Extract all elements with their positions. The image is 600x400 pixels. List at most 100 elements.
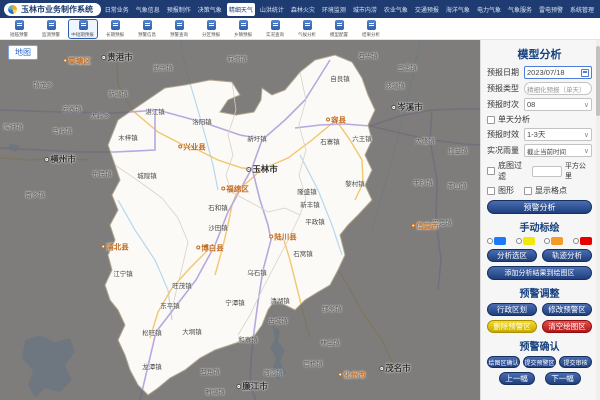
tool-item-1[interactable]: 监测预警 [36,19,66,39]
nav-item-14[interactable]: 雷电预警 [537,3,565,16]
tool-item-9[interactable]: 气候分析 [292,19,322,39]
confirm-button-2[interactable]: 提交审核 [559,356,592,368]
nav-item-13[interactable]: 气象服务 [506,3,534,16]
tool-item-8[interactable]: 实况查询 [260,19,290,39]
warning-color-option-0[interactable] [487,237,506,245]
town-label: 旺茂镇 [172,280,192,290]
town-label: 波塘镇 [385,80,405,90]
county-marker-icon [221,187,225,191]
report-icon [111,20,120,30]
tool-label: 长期预报 [106,31,124,37]
radio-icon[interactable] [516,238,522,244]
nav-item-1[interactable]: 气象信息 [134,3,162,16]
adjust-button-2[interactable]: 删除预警区 [487,320,537,333]
nav-item-7[interactable]: 环境监测 [320,3,348,16]
town-label: 朱砂镇 [413,177,433,187]
nav-item-6[interactable]: 森林火灾 [289,3,317,16]
adjust-button-3[interactable]: 清空绘图区 [542,320,592,333]
warning-confirm-title: 预警确认 [487,338,592,353]
forecast-time-select[interactable]: 08 ∨ [524,98,592,111]
manual-button-0[interactable]: 分析选区 [487,249,537,262]
radio-icon[interactable] [487,238,493,244]
radio-icon[interactable] [544,238,550,244]
town-label: 雅塘镇 [205,386,225,396]
panel-title: 模型分析 [487,46,592,62]
town-label: 龙潭镇 [142,361,162,371]
forecast-date-value: 2023/07/18 [527,68,565,77]
warning-color-option-3[interactable] [573,237,592,245]
frame-nav-button-1[interactable]: 下一幅 [545,372,581,385]
nav-item-0[interactable]: 日常业务 [103,3,131,16]
tool-item-7[interactable]: 乡镇预报 [228,19,258,39]
tool-item-5[interactable]: 预警查询 [164,19,194,39]
county-label: 容县 [326,115,346,126]
tool-item-10[interactable]: 模型配置 [324,19,354,39]
nav-item-12[interactable]: 电力气象 [475,3,503,16]
nav-item-10[interactable]: 交通预报 [413,3,441,16]
town-label: 宁潭镇 [225,297,245,307]
calendar-icon[interactable] [581,69,589,77]
warning-analyze-button[interactable]: 预警分析 [487,200,592,214]
validity-label: 预报时效 [487,129,524,140]
nav-item-9[interactable]: 农业气象 [382,3,410,16]
report-icon [47,20,56,30]
radio-icon[interactable] [573,238,579,244]
nav-item-5[interactable]: 山洪统计 [258,3,286,16]
graph-checkbox[interactable] [487,187,495,195]
tool-item-4[interactable]: 预警信息 [132,19,162,39]
add-result-button[interactable]: 添加分析结果到绘图区 [487,266,592,280]
warning-color-option-1[interactable] [516,237,535,245]
nav-item-2[interactable]: 预报制作 [165,3,193,16]
frame-nav-button-0[interactable]: 上一幅 [499,372,535,385]
tool-item-6[interactable]: 分区预报 [196,19,226,39]
tool-label: 预警查询 [170,31,188,37]
map-canvas[interactable]: 麻垌镇武乐镇镇龙乡新塘镇云表镇大岭乡湛江镇洛阳镇陶圩镇马岭镇木梓镇乐民镇南乡镇城… [0,40,480,400]
tool-item-11[interactable]: 结果分析 [356,19,386,39]
forecast-date-input[interactable]: 2023/07/18 [524,66,592,79]
nav-item-8[interactable]: 城市内涝 [351,3,379,16]
single-day-checkbox[interactable] [487,116,495,124]
report-icon [15,20,24,30]
confirm-button-1[interactable]: 提交预警区 [523,356,556,368]
rain-select[interactable]: 截止当前时间 ∨ [524,144,592,157]
nav-item-15[interactable]: 系统管理 [568,3,596,16]
town-label: 和寮镇 [238,334,258,344]
forecast-time-value: 08 [527,100,535,109]
county-marker-icon [411,224,415,228]
town-label: 加益镇 [448,145,468,155]
map-layer-button[interactable]: 地图 [8,45,38,60]
confirm-button-0[interactable]: 绘图区确认 [487,356,520,368]
town-label: 湛江镇 [145,106,165,116]
color-chip [551,237,563,245]
adjust-button-0[interactable]: 行政区划 [487,303,537,316]
town-label: 东平镇 [160,300,180,310]
panel-scrollbar[interactable] [596,40,600,400]
grid-checkbox[interactable] [524,187,532,195]
scrollbar-thumb[interactable] [596,46,600,116]
warning-color-option-2[interactable] [544,237,563,245]
validity-select[interactable]: 1-3天 ∨ [524,128,592,141]
tool-label: 实况查询 [266,31,284,37]
validity-value: 1-3天 [527,129,545,140]
report-icon [143,20,152,30]
tool-item-0[interactable]: 短临预警 [4,19,34,39]
county-marker-icon [338,373,342,377]
nav-item-3[interactable]: 决策气象 [196,3,224,16]
county-label: 化州市 [338,370,366,381]
town-label: 石头镇 [358,50,378,60]
filter-checkbox[interactable] [487,167,495,175]
app-title: 玉林市业务制作系统 [21,4,93,15]
warning-color-options [487,237,592,245]
tool-item-2[interactable]: 中短期预报 [68,19,98,39]
single-day-label: 单天分析 [498,114,530,125]
grid-label: 显示格点 [535,185,567,196]
nav-item-4[interactable]: 精细天气 [227,3,255,16]
rain-label: 实况雨量 [487,145,524,156]
manual-button-1[interactable]: 轨迹分析 [542,249,592,262]
nav-item-11[interactable]: 海洋气象 [444,3,472,16]
filter-input[interactable] [532,166,562,177]
tool-item-3[interactable]: 长期预报 [100,19,130,39]
adjust-button-1[interactable]: 修改预警区 [542,303,592,316]
confirm-buttons: 绘图区确认提交预警区提交审核 [487,356,592,368]
county-label: 陆川县 [269,232,297,243]
